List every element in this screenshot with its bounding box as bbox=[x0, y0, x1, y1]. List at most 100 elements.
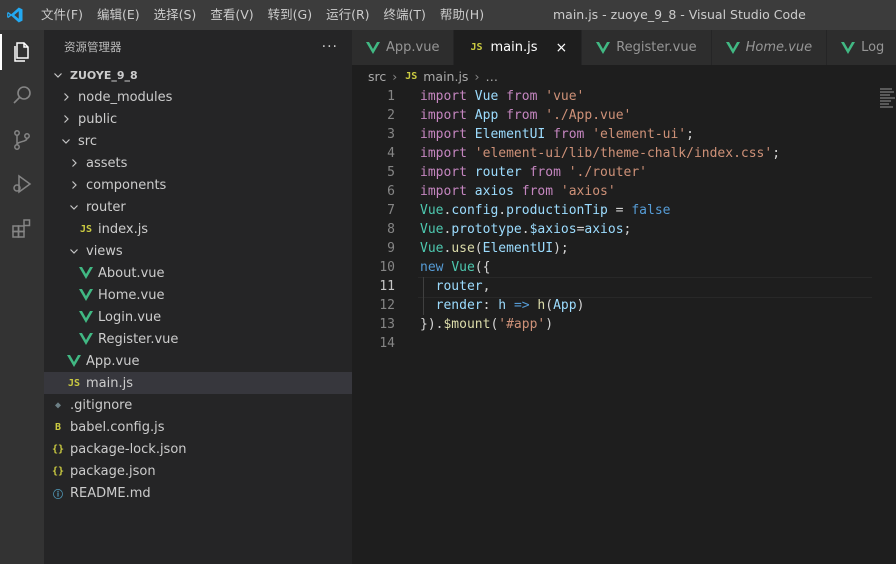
chevron-down-icon bbox=[50, 70, 66, 80]
file-label: package-lock.json bbox=[70, 441, 187, 457]
breadcrumb-folder[interactable]: src bbox=[368, 69, 386, 84]
code-line[interactable]: 6 import axios from 'axios' bbox=[352, 182, 872, 201]
vue-file-icon bbox=[78, 311, 94, 323]
code-token: import bbox=[420, 89, 467, 104]
code-line[interactable]: 1 import Vue from 'vue' bbox=[352, 87, 872, 106]
folder-item[interactable]: assets bbox=[44, 152, 352, 174]
folder-item[interactable]: components bbox=[44, 174, 352, 196]
file-item[interactable]: {} package.json bbox=[44, 460, 352, 482]
breadcrumb-more[interactable]: … bbox=[485, 69, 498, 84]
file-item[interactable]: Home.vue bbox=[44, 284, 352, 306]
file-item[interactable]: About.vue bbox=[44, 262, 352, 284]
tab-app-vue[interactable]: App.vue bbox=[352, 30, 455, 65]
code-line[interactable]: 9 Vue.use(ElementUI); bbox=[352, 239, 872, 258]
more-actions-icon[interactable]: ··· bbox=[322, 39, 338, 55]
code-token: import bbox=[420, 127, 467, 142]
menu-item[interactable]: 文件(F) bbox=[34, 0, 90, 30]
project-name: ZUOYE_9_8 bbox=[70, 68, 138, 82]
file-item[interactable]: Register.vue bbox=[44, 328, 352, 350]
file-label: About.vue bbox=[98, 265, 165, 281]
code-text: import router from './router' bbox=[420, 163, 647, 182]
code-text: render: h => h(App) bbox=[420, 296, 585, 315]
tab-label: App.vue bbox=[386, 40, 440, 55]
code-line[interactable]: 2 import App from './App.vue' bbox=[352, 106, 872, 125]
code-text: import axios from 'axios' bbox=[420, 182, 616, 201]
menu-item[interactable]: 选择(S) bbox=[147, 0, 204, 30]
file-item[interactable]: App.vue bbox=[44, 350, 352, 372]
file-item[interactable]: ◆ .gitignore bbox=[44, 394, 352, 416]
menu-item[interactable]: 查看(V) bbox=[203, 0, 260, 30]
files-icon[interactable] bbox=[0, 30, 44, 74]
file-label: node_modules bbox=[78, 89, 173, 105]
file-item[interactable]: Login.vue bbox=[44, 306, 352, 328]
code-line[interactable]: 3 import ElementUI from 'element-ui'; bbox=[352, 125, 872, 144]
tab-log[interactable]: Log bbox=[827, 30, 896, 65]
file-item[interactable]: {} package-lock.json bbox=[44, 438, 352, 460]
folder-item[interactable]: views bbox=[44, 240, 352, 262]
file-item[interactable]: ⓘ README.md bbox=[44, 482, 352, 504]
tab-label: Home.vue bbox=[745, 40, 813, 55]
menu-item[interactable]: 终端(T) bbox=[377, 0, 433, 30]
folder-item[interactable]: public bbox=[44, 108, 352, 130]
minimap[interactable] bbox=[880, 87, 896, 117]
code-text: new Vue({ bbox=[420, 258, 490, 277]
line-number: 13 bbox=[379, 317, 395, 332]
tab-home-vue[interactable]: Home.vue bbox=[711, 30, 828, 65]
folder-item[interactable]: src bbox=[44, 130, 352, 152]
file-label: assets bbox=[86, 155, 128, 171]
code-token: '#app' bbox=[498, 317, 546, 332]
tab-main-js[interactable]: JS main.js × bbox=[454, 30, 583, 65]
code-token: use bbox=[451, 241, 475, 256]
code-line[interactable]: 7 Vue.config.productionTip = false bbox=[352, 201, 872, 220]
line-number: 7 bbox=[387, 203, 395, 218]
code-token: Vue bbox=[474, 89, 499, 104]
code-line[interactable]: 10 new Vue({ bbox=[352, 258, 872, 277]
menu-item[interactable]: 帮助(H) bbox=[433, 0, 491, 30]
code-token: 'element-ui/lib/theme-chalk/index.css' bbox=[474, 146, 773, 161]
extensions-icon[interactable] bbox=[0, 206, 44, 250]
source-control-icon[interactable] bbox=[0, 118, 44, 162]
code-token: './App.vue' bbox=[545, 108, 632, 123]
file-item[interactable]: JS main.js bbox=[44, 372, 352, 394]
code-token: . bbox=[521, 222, 530, 237]
babel-file-icon: B bbox=[54, 421, 62, 433]
breadcrumb-file[interactable]: main.js bbox=[423, 69, 468, 84]
code-line[interactable]: 4 import 'element-ui/lib/theme-chalk/inde… bbox=[352, 144, 872, 163]
code-token: import bbox=[420, 165, 467, 180]
file-label: src bbox=[78, 133, 97, 149]
code-line[interactable]: 8 Vue.prototype.$axios=axios; bbox=[352, 220, 872, 239]
project-root[interactable]: ZUOYE_9_8 bbox=[44, 64, 352, 86]
file-item[interactable]: JS index.js bbox=[44, 218, 352, 240]
close-icon[interactable]: × bbox=[555, 40, 567, 56]
code-token: 'axios' bbox=[560, 184, 616, 199]
code-line[interactable]: 14 bbox=[352, 334, 872, 353]
menu-item[interactable]: 转到(G) bbox=[261, 0, 319, 30]
code-token: render bbox=[435, 298, 483, 313]
code-text: import Vue from 'vue' bbox=[420, 87, 584, 106]
code-token: ElementUI bbox=[482, 241, 554, 256]
code-line[interactable]: 13}).$mount('#app') bbox=[352, 315, 872, 334]
code-line[interactable]: 12 render: h => h(App) bbox=[352, 296, 872, 315]
code-token: from bbox=[529, 165, 561, 180]
run-debug-icon[interactable] bbox=[0, 162, 44, 206]
code-line[interactable]: 5 import router from './router' bbox=[352, 163, 872, 182]
code-editor[interactable]: 1 import Vue from 'vue' 2 import App from '… bbox=[352, 87, 872, 564]
file-item[interactable]: Bbabel.config.js bbox=[44, 416, 352, 438]
search-icon[interactable] bbox=[0, 74, 44, 118]
code-line[interactable]: 11 router, bbox=[352, 277, 872, 298]
code-token: prototype bbox=[451, 222, 522, 237]
line-number: 6 bbox=[387, 184, 395, 199]
menu-item[interactable]: 运行(R) bbox=[319, 0, 376, 30]
file-label: router bbox=[86, 199, 126, 215]
folder-item[interactable]: router bbox=[44, 196, 352, 218]
tab-register-vue[interactable]: Register.vue bbox=[582, 30, 712, 65]
code-token: ) bbox=[576, 298, 585, 313]
line-number: 9 bbox=[387, 241, 395, 256]
chevron-right-icon bbox=[66, 158, 82, 168]
code-token: from bbox=[553, 127, 585, 142]
code-text: import App from './App.vue' bbox=[420, 106, 631, 125]
menu-item[interactable]: 编辑(E) bbox=[90, 0, 147, 30]
folder-item[interactable]: node_modules bbox=[44, 86, 352, 108]
